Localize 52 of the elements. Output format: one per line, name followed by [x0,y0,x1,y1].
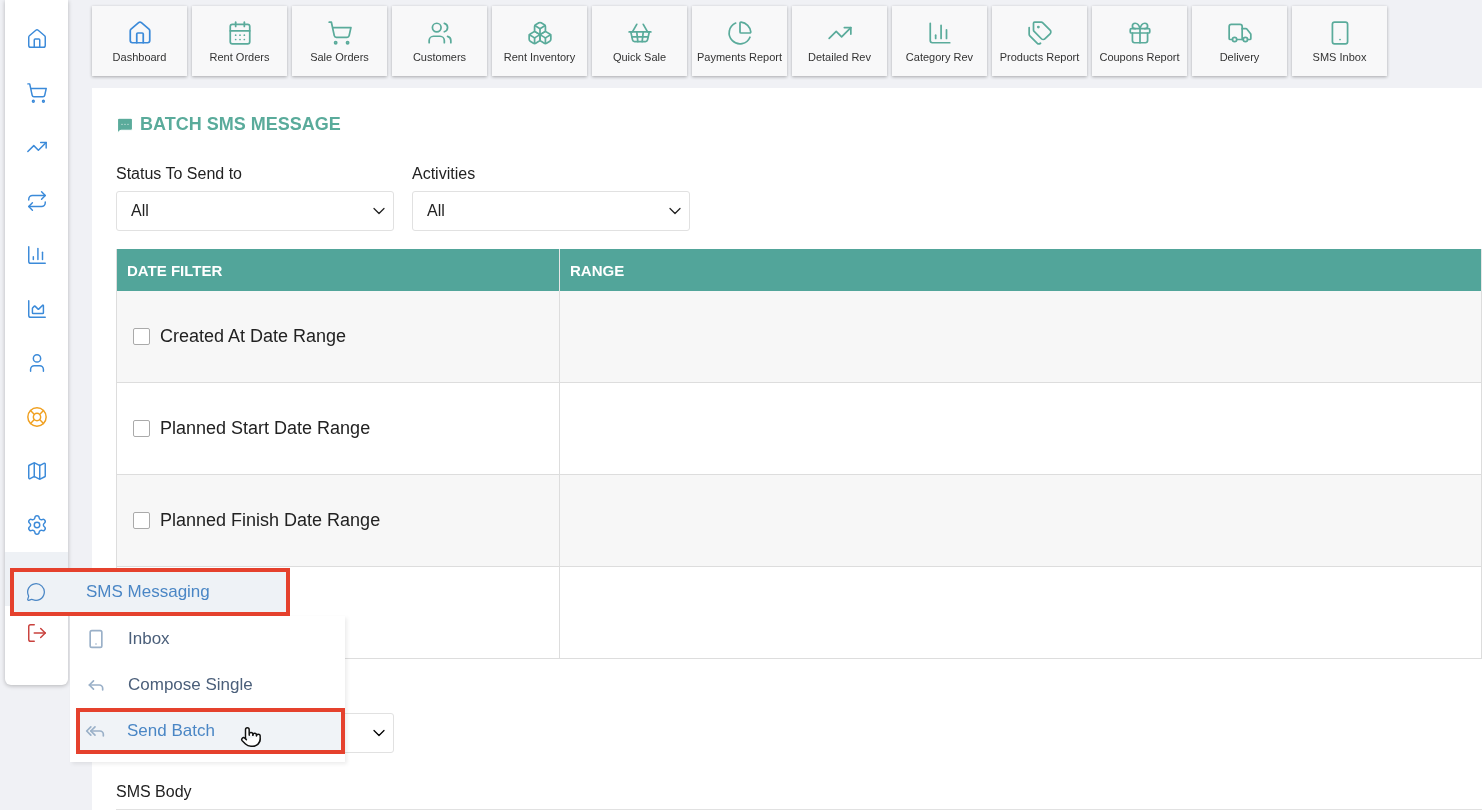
field-label: SMS Body [116,783,193,801]
logout-icon [25,622,48,644]
column-header: DATE FILTER [117,249,560,291]
toolbar-button[interactable]: Rent Orders [192,6,287,76]
select-field[interactable]: All [116,191,394,231]
menu-item[interactable]: Compose Single [70,662,345,708]
checkbox[interactable] [133,420,150,437]
boxes-icon [526,19,553,46]
toolbar-button[interactable]: Delivery [1192,6,1287,76]
settings-icon [25,514,48,536]
toolbar-button[interactable]: Sale Orders [292,6,387,76]
toolbar-button[interactable]: SMS Inbox [1292,6,1387,76]
repeat-icon [25,190,48,212]
row-label: Created At Date Range [160,326,347,347]
toolbar-button[interactable]: Payments Report [692,6,787,76]
toolbar-button[interactable]: Quick Sale [592,6,687,76]
toolbar-button[interactable]: Detailed Rev [792,6,887,76]
checkbox[interactable] [133,512,150,529]
row-label: Planned Finish Date Range [160,510,381,531]
toolbar-button[interactable]: Coupons Report [1092,6,1187,76]
hand-cursor-icon [240,726,262,748]
users-icon [426,19,453,46]
field-label: Activities [412,165,477,183]
tags-icon [1026,19,1053,46]
phone-icon [86,629,106,649]
pie-chart-icon [726,19,753,46]
map-icon [25,460,48,482]
speech-bubble-icon [116,115,134,134]
toolbar-button[interactable]: Rent Inventory [492,6,587,76]
select-field[interactable]: All [412,191,690,231]
page-title: BATCH SMS MESSAGE [140,114,341,135]
column-header: RANGE [560,249,1482,291]
calendar-icon [226,19,253,46]
home-icon [126,19,153,46]
field-label: Status To Send to [116,165,243,183]
cart-icon [25,82,48,104]
area-chart-icon [25,298,48,320]
menu-item[interactable]: Send Batch [76,708,345,754]
home-icon [25,28,48,50]
toolbar-button[interactable]: Products Report [992,6,1087,76]
checkbox[interactable] [133,328,150,345]
menu-item[interactable]: Inbox [70,616,345,662]
bar-chart-icon [25,244,48,266]
gift-icon [1126,19,1153,46]
bar-chart-icon [926,19,953,46]
speech-bubble-icon [26,582,46,602]
toolbar-button[interactable]: Category Rev [892,6,987,76]
toolbar-button[interactable]: Dashboard [92,6,187,76]
lifebuoy-icon [25,406,48,428]
toolbar-button[interactable]: Customers [392,6,487,76]
cart-icon [326,19,353,46]
row-label: Planned Start Date Range [160,418,371,439]
